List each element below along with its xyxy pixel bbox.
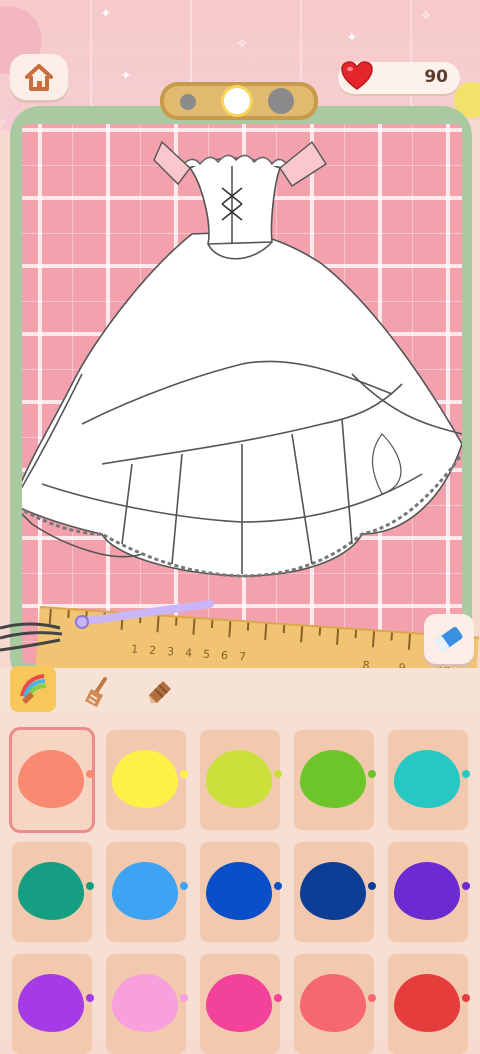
paint-drop-icon [86, 994, 94, 1002]
eraser-icon [435, 626, 463, 652]
paint-drop-icon [368, 770, 376, 778]
paint-drop-icon [274, 770, 282, 778]
paint-drop-icon [86, 882, 94, 890]
page-dot[interactable] [268, 88, 294, 114]
coloring-canvas[interactable] [11, 124, 464, 664]
ruler-label: 7 [238, 650, 247, 664]
pencil-icon [149, 681, 171, 703]
heart-icon [341, 61, 373, 90]
tab-pencil[interactable] [138, 672, 182, 712]
color-swatch[interactable] [200, 842, 282, 942]
page-dot-active[interactable] [224, 88, 250, 114]
paint-blob-icon [394, 862, 460, 920]
paint-drop-icon [368, 882, 376, 890]
color-swatch[interactable] [12, 842, 94, 942]
broom-icon [85, 677, 107, 707]
paint-blob-icon [206, 862, 272, 920]
eraser-button[interactable] [424, 614, 474, 664]
paint-blob-icon [18, 750, 84, 808]
paint-drop-icon [180, 994, 188, 1002]
paint-blob-icon [112, 974, 178, 1032]
paint-blob-icon [300, 974, 366, 1032]
color-swatch[interactable] [388, 730, 470, 830]
color-swatch[interactable] [12, 730, 94, 830]
color-swatch[interactable] [388, 954, 470, 1054]
dress-line-art[interactable] [11, 124, 464, 664]
paint-blob-icon [394, 750, 460, 808]
tab-paint[interactable] [10, 666, 56, 712]
paint-drop-icon [86, 770, 94, 778]
house-icon [25, 64, 53, 91]
color-swatch[interactable] [106, 730, 188, 830]
tool-tab-bar [0, 666, 480, 712]
paint-drop-icon [368, 994, 376, 1002]
ruler-label: 6 [220, 648, 229, 663]
color-swatch[interactable] [388, 842, 470, 942]
lives-value: 90 [424, 67, 448, 87]
paint-blob-icon [206, 750, 272, 808]
tab-broom[interactable] [76, 672, 120, 712]
paint-drop-icon [462, 994, 470, 1002]
color-swatch[interactable] [106, 842, 188, 942]
color-swatch[interactable] [294, 842, 376, 942]
paint-blob-icon [112, 750, 178, 808]
paint-drop-icon [180, 770, 188, 778]
color-swatch[interactable] [12, 954, 94, 1054]
paint-blob-icon [112, 862, 178, 920]
scissors-icon [0, 600, 214, 652]
paint-blob-icon [300, 862, 366, 920]
lives-counter: 90 [338, 61, 460, 94]
color-palette [0, 712, 480, 1054]
page-dot[interactable] [180, 94, 196, 110]
paint-blob-icon [18, 974, 84, 1032]
paint-drop-icon [274, 882, 282, 890]
paint-brush-rainbow-icon [20, 674, 47, 704]
paint-blob-icon [394, 974, 460, 1032]
paint-drop-icon [180, 882, 188, 890]
color-swatch[interactable] [294, 730, 376, 830]
color-swatch[interactable] [106, 954, 188, 1054]
color-swatch[interactable] [200, 954, 282, 1054]
paint-blob-icon [300, 750, 366, 808]
paint-drop-icon [274, 994, 282, 1002]
paint-blob-icon [206, 974, 272, 1032]
color-swatch[interactable] [294, 954, 376, 1054]
paint-drop-icon [462, 882, 470, 890]
paint-blob-icon [18, 862, 84, 920]
home-button[interactable] [10, 54, 68, 100]
paint-drop-icon [462, 770, 470, 778]
color-swatch[interactable] [200, 730, 282, 830]
page-indicator [160, 82, 318, 120]
